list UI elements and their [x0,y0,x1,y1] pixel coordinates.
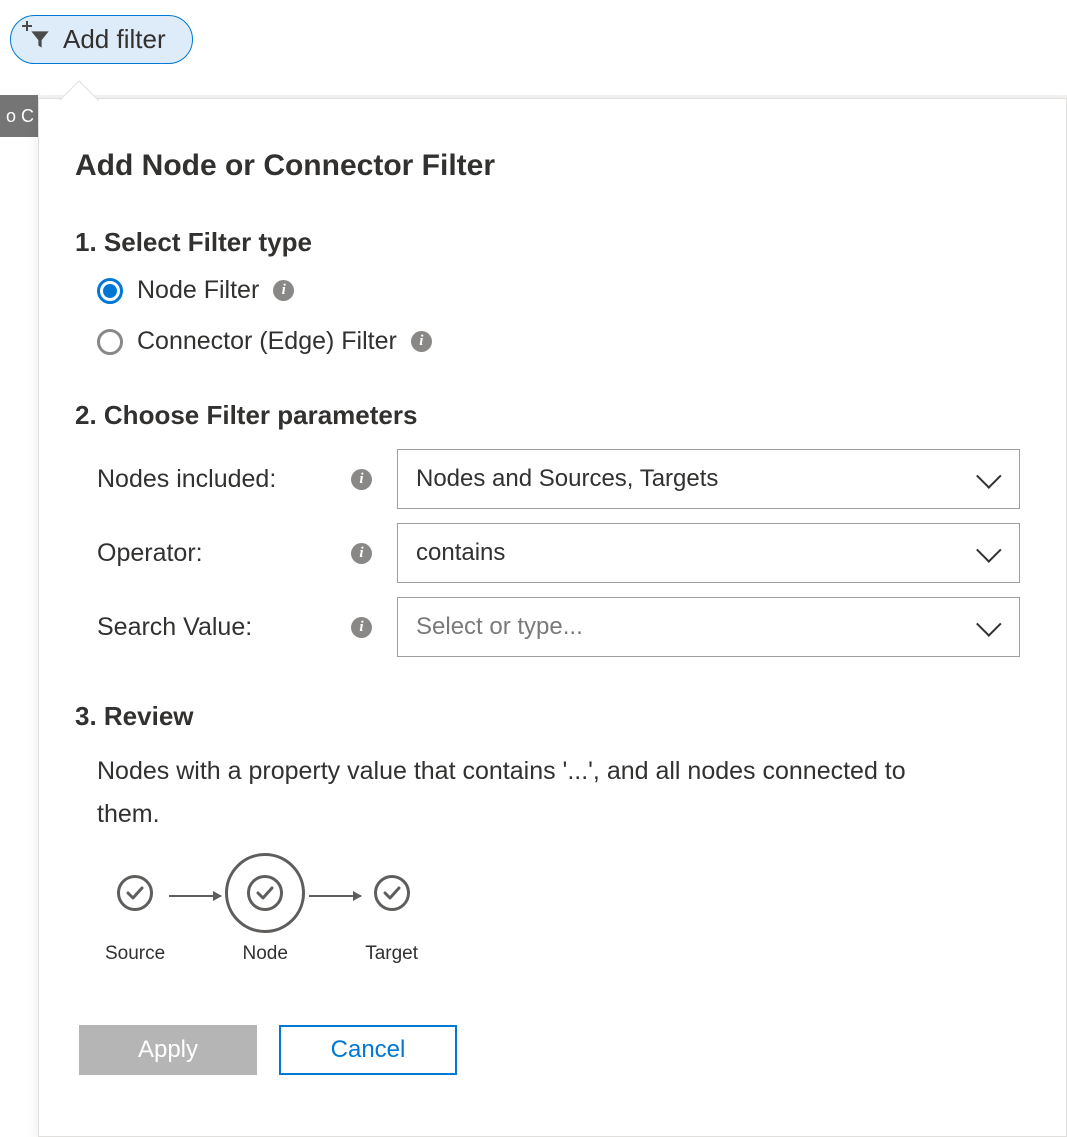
combo-placeholder: Select or type... [416,613,583,641]
radio-connector-filter[interactable]: Connector (Edge) Filter i [97,327,1030,356]
chevron-down-icon [976,463,1001,488]
radio-label: Node Filter [137,276,259,305]
label-nodes-included: Nodes included: [97,465,351,494]
combo-value: contains [416,539,505,567]
info-icon[interactable]: i [351,617,372,638]
diagram-node-label: Node [242,943,287,965]
diagram-source-icon [117,875,153,911]
radio-icon [97,329,123,355]
label-operator: Operator: [97,539,351,568]
step3-heading: 3. Review [75,701,1030,732]
combo-nodes-included[interactable]: Nodes and Sources, Targets [397,449,1020,509]
partial-background-tab: o C [0,95,38,137]
combo-search-value[interactable]: Select or type... [397,597,1020,657]
chevron-down-icon [976,611,1001,636]
diagram-node-ring [225,853,305,933]
radio-node-filter[interactable]: Node Filter i [97,276,1030,305]
chevron-down-icon [976,537,1001,562]
add-filter-button[interactable]: Add filter [10,15,193,64]
arrow-icon [309,895,361,897]
diagram-source-label: Source [105,943,165,965]
label-search-value: Search Value: [97,613,351,642]
step1-heading: 1. Select Filter type [75,227,1030,258]
add-filter-panel: Add Node or Connector Filter 1. Select F… [38,98,1067,1137]
cancel-button[interactable]: Cancel [279,1025,457,1075]
review-diagram: Source Node Target [105,853,1030,965]
combo-operator[interactable]: contains [397,523,1020,583]
radio-label: Connector (Edge) Filter [137,327,397,356]
add-filter-funnel-icon [27,26,53,52]
info-icon[interactable]: i [411,331,432,352]
radio-icon [97,278,123,304]
panel-title: Add Node or Connector Filter [75,149,1030,183]
arrow-icon [169,895,221,897]
step2-heading: 2. Choose Filter parameters [75,400,1030,431]
diagram-node-icon [247,875,283,911]
info-icon[interactable]: i [351,543,372,564]
combo-value: Nodes and Sources, Targets [416,465,718,493]
diagram-target-label: Target [365,943,418,965]
info-icon[interactable]: i [273,280,294,301]
review-description: Nodes with a property value that contain… [97,750,917,835]
apply-button[interactable]: Apply [79,1025,257,1075]
add-filter-label: Add filter [63,24,166,55]
info-icon[interactable]: i [351,469,372,490]
diagram-target-icon [374,875,410,911]
